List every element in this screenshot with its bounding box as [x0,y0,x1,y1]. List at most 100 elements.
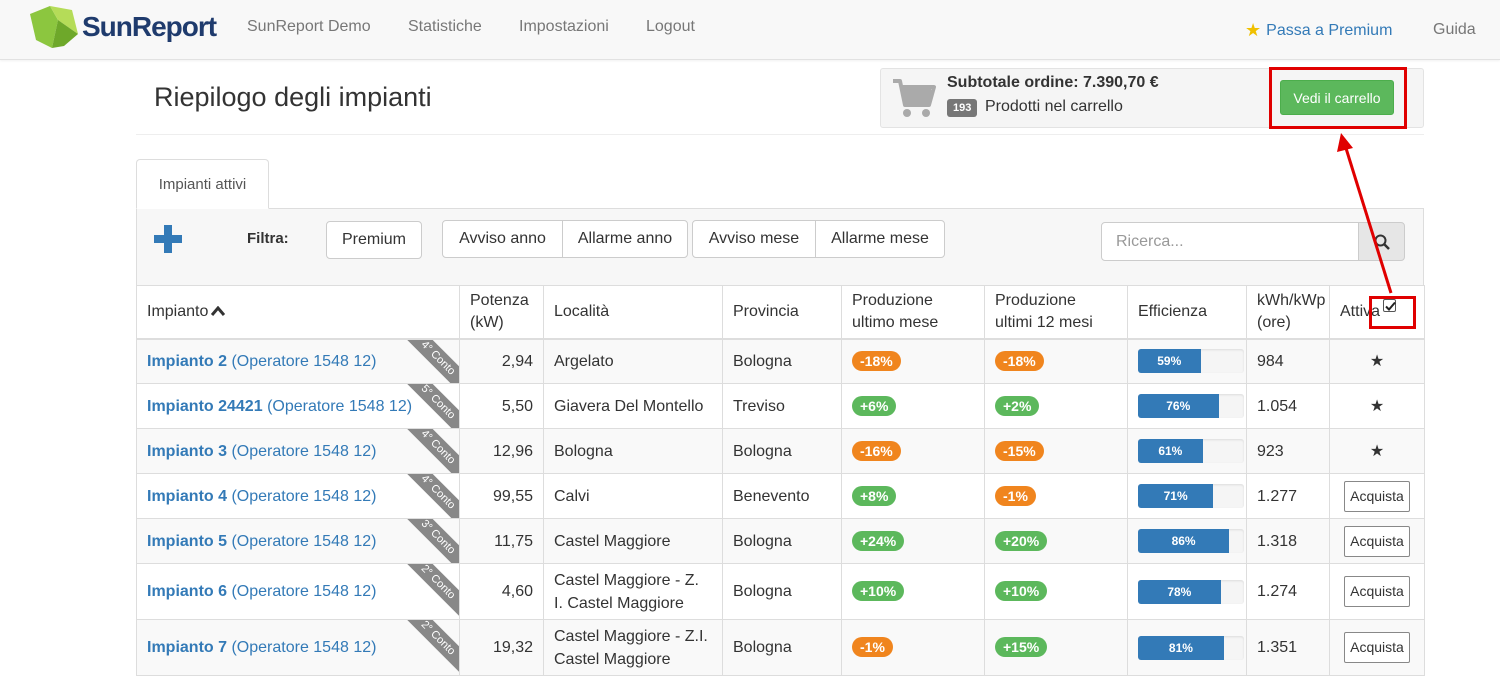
tab-impianti-attivi[interactable]: Impianti attivi [136,159,269,209]
col-header-efficienza[interactable]: Efficienza [1127,285,1247,340]
prod-mese-badge: -1% [852,637,893,657]
table-row[interactable]: Impianto 7 (Operatore 1548 12) 2° Conto 19… [136,619,1425,676]
efficienza-progress-bar: 71% [1138,484,1214,508]
table-row[interactable]: Impianto 5 (Operatore 1548 12) 3° Conto 11… [136,518,1425,564]
efficienza-progress: 86% [1138,529,1244,553]
search-input[interactable]: Ricerca... [1101,222,1359,261]
plant-operator-link[interactable]: (Operatore 1548 12) [231,353,376,370]
plant-operator-link[interactable]: (Operatore 1548 12) [231,533,376,550]
efficienza-progress: 81% [1138,635,1244,660]
nav-item-demo[interactable]: SunReport Demo [247,18,371,36]
efficienza-cell: 59% [1127,338,1247,384]
acquista-button[interactable]: Acquista [1344,632,1410,663]
col-header-localita[interactable]: Località [543,285,723,340]
prod-mese-cell: -18% [841,338,985,384]
conto-ribbon: 5° Conto [404,384,459,428]
efficienza-progress-bar: 78% [1138,579,1221,604]
sunreport-logo-icon [30,6,78,48]
localita-cell: Castel Maggiore - Z. I. Castel Maggiore [543,563,723,620]
premium-label: Passa a Premium [1266,21,1393,39]
nav-item-impostazioni[interactable]: Impostazioni [519,18,609,36]
prod-mese-badge: +24% [852,530,905,551]
potenza-cell: 4,60 [459,563,544,620]
kwh-cell: 1.318 [1246,518,1330,564]
table-row[interactable]: Impianto 4 (Operatore 1548 12) 4° Conto 99… [136,473,1425,519]
prod-mese-badge: -16% [852,440,901,461]
plant-operator-link[interactable]: (Operatore 1548 12) [231,639,376,656]
acquista-button[interactable]: Acquista [1344,480,1410,512]
acquista-button[interactable]: Acquista [1344,525,1410,557]
plant-operator-link[interactable]: (Operatore 1548 12) [231,583,376,600]
table-row[interactable]: Impianto 24421 (Operatore 1548 12) 5° Con… [136,383,1425,429]
plant-cell: Impianto 7 (Operatore 1548 12) 2° Conto [136,619,460,676]
nav-item-statistiche[interactable]: Statistiche [408,18,482,36]
efficienza-progress: 76% [1138,394,1244,418]
plant-name-link[interactable]: Impianto 7 [147,639,227,656]
acquista-button[interactable]: Acquista [1344,576,1410,607]
filter-avviso-anno-button[interactable]: Avviso anno [442,220,563,258]
col-header-provincia[interactable]: Provincia [722,285,842,340]
localita-cell: Castel Maggiore [543,518,723,564]
table-row[interactable]: Impianto 2 (Operatore 1548 12) 4° Conto 2,… [136,338,1425,384]
plant-cell: Impianto 3 (Operatore 1548 12) 4° Conto [136,428,460,474]
potenza-cell: 2,94 [459,338,544,384]
kwh-cell: 1.277 [1246,473,1330,519]
provincia-cell: Bologna [722,428,842,474]
table-row[interactable]: Impianto 6 (Operatore 1548 12) 2° Conto 4,… [136,563,1425,620]
col-header-prod-anno[interactable]: Produzione ultimi 12 mesi [984,285,1128,340]
plant-operator-link[interactable]: (Operatore 1548 12) [267,398,412,415]
plant-name-link[interactable]: Impianto 24421 [147,398,263,415]
plant-name-link[interactable]: Impianto 6 [147,583,227,600]
col-header-prod-mese[interactable]: Produzione ultimo mese [841,285,985,340]
plant-operator-link[interactable]: (Operatore 1548 12) [231,443,376,460]
filter-avviso-mese-button[interactable]: Avviso mese [692,220,816,258]
efficienza-cell: 76% [1127,383,1247,429]
conto-ribbon: 3° Conto [404,519,459,563]
col-header-impianto[interactable]: Impianto [136,285,460,340]
filter-allarme-mese-button[interactable]: Allarme mese [815,220,945,258]
brand[interactable]: SunReport [28,2,217,52]
conto-ribbon: 2° Conto [404,620,459,672]
plant-operator-link[interactable]: (Operatore 1548 12) [231,488,376,505]
efficienza-progress-bar: 81% [1138,635,1224,660]
plant-name-link[interactable]: Impianto 2 [147,353,227,370]
prod-mese-cell: +24% [841,518,985,564]
plant-name-link[interactable]: Impianto 4 [147,488,227,505]
add-plant-icon[interactable] [154,225,182,253]
kwh-cell: 923 [1246,428,1330,474]
conto-ribbon: 4° Conto [404,429,459,473]
highlight-box-cart [1269,67,1407,129]
efficienza-cell: 61% [1127,428,1247,474]
guide-link[interactable]: Guida [1433,21,1476,39]
nav-item-logout[interactable]: Logout [646,18,695,36]
plant-cell: Impianto 24421 (Operatore 1548 12) 5° Con… [136,383,460,429]
plant-cell: Impianto 6 (Operatore 1548 12) 2° Conto [136,563,460,620]
premium-link[interactable]: ★ Passa a Premium [1245,20,1392,41]
efficienza-progress: 78% [1138,579,1244,604]
plant-name-link[interactable]: Impianto 5 [147,533,227,550]
page-title: Riepilogo degli impianti [154,82,432,112]
localita-cell: Castel Maggiore - Z.I. Castel Maggiore [543,619,723,676]
filter-premium-button[interactable]: Premium [326,221,422,259]
filter-allarme-anno-button[interactable]: Allarme anno [562,220,688,258]
provincia-cell: Bologna [722,619,842,676]
provincia-cell: Treviso [722,383,842,429]
col-header-kwh[interactable]: kWh/kWp (ore) [1246,285,1330,340]
header-divider [136,134,1424,135]
plant-name-link[interactable]: Impianto 3 [147,443,227,460]
cart-subtotal: Subtotale ordine: 7.390,70 € [947,74,1159,91]
potenza-cell: 99,55 [459,473,544,519]
table-row[interactable]: Impianto 3 (Operatore 1548 12) 4° Conto 12… [136,428,1425,474]
efficienza-progress: 71% [1138,484,1244,508]
provincia-cell: Bologna [722,518,842,564]
attiva-cell: ★ [1329,338,1425,384]
potenza-cell: 5,50 [459,383,544,429]
efficienza-cell: 78% [1127,563,1247,620]
col-header-potenza[interactable]: Potenza (kW) [459,285,544,340]
search-button[interactable] [1358,222,1405,261]
brand-name: SunReport [82,11,217,42]
potenza-cell: 12,96 [459,428,544,474]
star-icon: ★ [1245,20,1262,40]
prod-anno-cell: +2% [984,383,1128,429]
star-icon: ★ [1369,352,1385,370]
